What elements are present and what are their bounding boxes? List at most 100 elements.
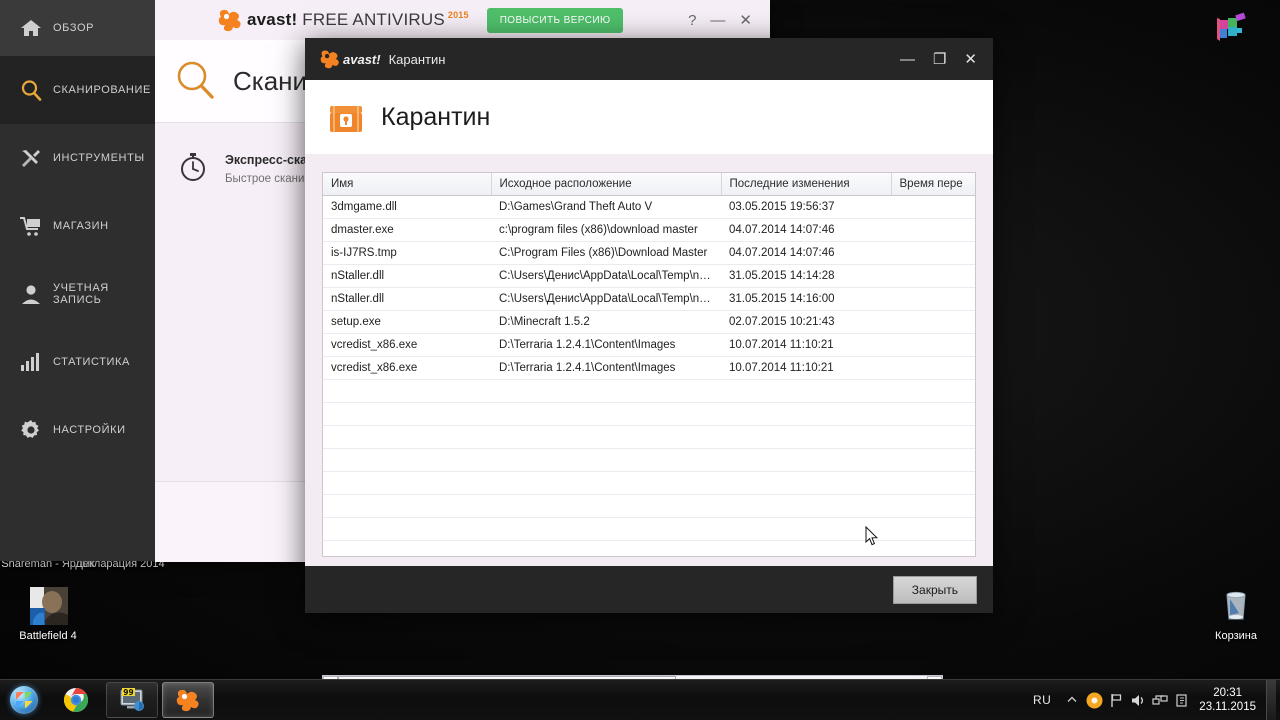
cell-modified: 04.07.2014 14:07:46: [721, 218, 891, 242]
column-header-moved[interactable]: Время пере: [891, 173, 975, 196]
table-row[interactable]: dmaster.exe c:\program files (x86)\downlo…: [323, 218, 975, 242]
tray-flag-icon[interactable]: [1105, 687, 1127, 713]
avast-brand-year: 2015: [447, 10, 469, 21]
cell-modified: 02.07.2015 10:21:43: [721, 310, 891, 334]
table-row[interactable]: is-IJ7RS.tmp C:\Program Files (x86)\Downl…: [323, 241, 975, 265]
cell-path: C:\Users\Денис\AppData\Local\Temp\ns...: [491, 264, 721, 288]
cell-name: dmaster.exe: [323, 218, 491, 242]
table-row[interactable]: nStaller.dll C:\Users\Денис\AppData\Local…: [323, 264, 975, 288]
avast-header: avast! FREE ANTIVIRUS 2015 ПОВЫСИТЬ ВЕРСИ…: [155, 0, 770, 40]
desktop-icon-blocks[interactable]: [1205, 6, 1257, 50]
stopwatch-icon: [177, 151, 209, 183]
taskbar-clock[interactable]: 20:31 23.11.2015: [1193, 686, 1266, 714]
magnifier-icon: [18, 78, 44, 102]
battlefield-icon: [28, 586, 68, 626]
quarantine-dialog[interactable]: avast! Карантин — ❐ ✕ Карантин Имя Исход…: [305, 38, 993, 692]
table-row-empty[interactable]: [323, 402, 975, 426]
table-row[interactable]: 3dmgame.dll D:\Games\Grand Theft Auto V 03…: [323, 195, 975, 219]
avast-brand-name: FREE ANTIVIRUS: [302, 10, 445, 29]
magnifier-large-icon: [173, 58, 219, 104]
tray-network-icon[interactable]: [1149, 687, 1171, 713]
quarantine-titlebar[interactable]: avast! Карантин — ❐ ✕: [305, 38, 993, 80]
close-icon[interactable]: ✕: [964, 50, 977, 68]
tray-expand-icon[interactable]: [1061, 687, 1083, 713]
cell-name: nStaller.dll: [323, 287, 491, 311]
taskbar-item-chrome[interactable]: [50, 682, 102, 718]
sidebar-item-scan[interactable]: СКАНИРОВАНИЕ ›: [0, 56, 155, 124]
tray-avast-icon[interactable]: [1083, 687, 1105, 713]
cell-empty: [891, 540, 975, 556]
start-button[interactable]: [0, 681, 48, 719]
desktop-icon-recycle-bin[interactable]: Корзина: [1188, 586, 1280, 643]
cell-empty: [721, 494, 891, 518]
cell-empty: [721, 448, 891, 472]
show-desktop-button[interactable]: [1266, 680, 1276, 720]
cell-empty: [323, 540, 491, 556]
sidebar-item-tools[interactable]: ИНСТРУМЕНТЫ ›: [0, 124, 155, 192]
cell-empty: [491, 471, 721, 495]
sidebar-item-overview[interactable]: ОБЗОР: [0, 0, 155, 56]
cell-path: c:\program files (x86)\download master: [491, 218, 721, 242]
table-row-empty[interactable]: [323, 448, 975, 472]
cell-empty: [323, 379, 491, 403]
table-row-empty[interactable]: [323, 379, 975, 403]
sidebar-item-statistics[interactable]: СТАТИСТИКА: [0, 328, 155, 396]
cell-path: D:\Terraria 1.2.4.1\Content\Images: [491, 356, 721, 380]
svg-text:99: 99: [123, 688, 133, 697]
help-button[interactable]: ?: [688, 12, 696, 29]
cell-empty: [491, 494, 721, 518]
tools-icon: [18, 146, 44, 170]
column-header-modified[interactable]: Последние изменения: [721, 173, 892, 196]
cell-modified: 04.07.2014 14:07:46: [721, 241, 891, 265]
table-row[interactable]: vcredist_x86.exe D:\Terraria 1.2.4.1\Cont…: [323, 356, 975, 380]
taskbar[interactable]: 99 RU 20:31 23.11.2015: [0, 679, 1280, 720]
table-row[interactable]: setup.exe D:\Minecraft 1.5.2 02.07.2015 10…: [323, 310, 975, 334]
taskbar-item-avast[interactable]: [162, 682, 214, 718]
clock-time: 20:31: [1213, 687, 1243, 699]
desktop-icon-battlefield4[interactable]: Battlefield 4: [0, 586, 96, 643]
tray-action-center-icon[interactable]: [1171, 687, 1193, 713]
column-header-path[interactable]: Исходное расположение: [491, 173, 722, 196]
cell-name: vcredist_x86.exe: [323, 333, 491, 357]
close-button[interactable]: ✕: [739, 11, 752, 29]
sidebar-item-label: ИНСТРУМЕНТЫ: [53, 152, 145, 164]
table-row-empty[interactable]: [323, 494, 975, 518]
cell-empty: [721, 425, 891, 449]
sidebar-item-label: НАСТРОЙКИ: [53, 424, 126, 436]
cell-empty: [491, 448, 721, 472]
language-indicator[interactable]: RU: [1023, 693, 1061, 707]
maximize-button[interactable]: ❐: [933, 50, 946, 68]
minimize-button[interactable]: —: [900, 51, 915, 68]
avast-logo: avast! FREE ANTIVIRUS 2015: [217, 8, 469, 32]
chevron-right-icon: ›: [138, 152, 143, 164]
cell-empty: [491, 402, 721, 426]
cell-moved: 02.07.2015: [891, 310, 975, 334]
table-row[interactable]: nStaller.dll C:\Users\Денис\AppData\Local…: [323, 287, 975, 311]
taskbar-item-explorer[interactable]: 99: [106, 682, 158, 718]
avast-window-controls: ? — ✕: [688, 11, 770, 30]
sidebar-item-account[interactable]: УЧЕТНАЯ ЗАПИСЬ: [0, 260, 155, 328]
sidebar-item-label: СКАНИРОВАНИЕ: [53, 84, 151, 96]
sidebar-item-store[interactable]: МАГАЗИН: [0, 192, 155, 260]
table-row-empty[interactable]: [323, 425, 975, 449]
minimize-button[interactable]: —: [710, 12, 725, 29]
cell-path: C:\Users\Денис\AppData\Local\Temp\ns...: [491, 287, 721, 311]
quarantine-table-body[interactable]: 3dmgame.dll D:\Games\Grand Theft Auto V 03…: [323, 195, 975, 556]
cell-moved: 31.05.2015: [891, 287, 975, 311]
tray-volume-icon[interactable]: [1127, 687, 1149, 713]
table-row[interactable]: vcredist_x86.exe D:\Terraria 1.2.4.1\Cont…: [323, 333, 975, 357]
cell-path: D:\Terraria 1.2.4.1\Content\Images: [491, 333, 721, 357]
cell-modified: 03.05.2015 19:56:37: [721, 195, 891, 219]
quarantine-table-container[interactable]: Имя Исходное расположение Последние изме…: [322, 172, 976, 557]
column-header-name[interactable]: Имя: [323, 173, 492, 196]
close-dialog-button[interactable]: Закрыть: [892, 575, 977, 604]
table-row-empty[interactable]: [323, 517, 975, 541]
desktop[interactable]: Shareman - Ярлык Декларация 2014 Battlef…: [0, 0, 1280, 720]
table-row-empty[interactable]: [323, 540, 975, 556]
cell-empty: [721, 379, 891, 403]
quarantine-table[interactable]: Имя Исходное расположение Последние изме…: [323, 173, 975, 556]
table-row-empty[interactable]: [323, 471, 975, 495]
sidebar-item-settings[interactable]: НАСТРОЙКИ: [0, 396, 155, 464]
cart-icon: [18, 214, 44, 238]
upgrade-version-button[interactable]: ПОВЫСИТЬ ВЕРСИЮ: [486, 7, 624, 33]
